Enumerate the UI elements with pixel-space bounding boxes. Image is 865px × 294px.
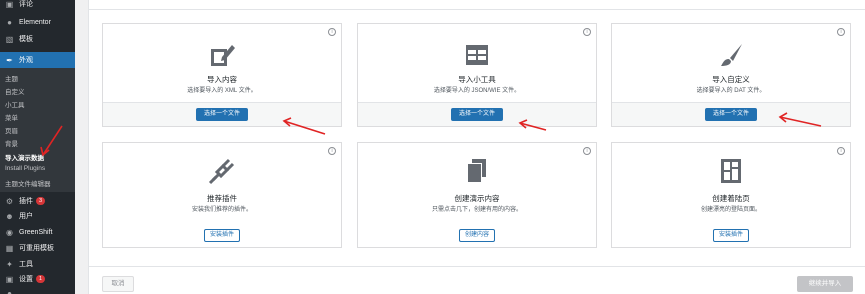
arrow-card-2 — [518, 119, 547, 131]
cancel-button[interactable]: 取消 — [102, 276, 134, 292]
continue-import-button[interactable]: 继续并导入 — [797, 276, 853, 292]
arrow-card-1 — [282, 117, 326, 135]
annotation-arrows — [40, 112, 822, 157]
arrow-sidebar — [40, 125, 63, 157]
arrow-card-3 — [778, 112, 822, 127]
footer-divider — [88, 266, 865, 267]
